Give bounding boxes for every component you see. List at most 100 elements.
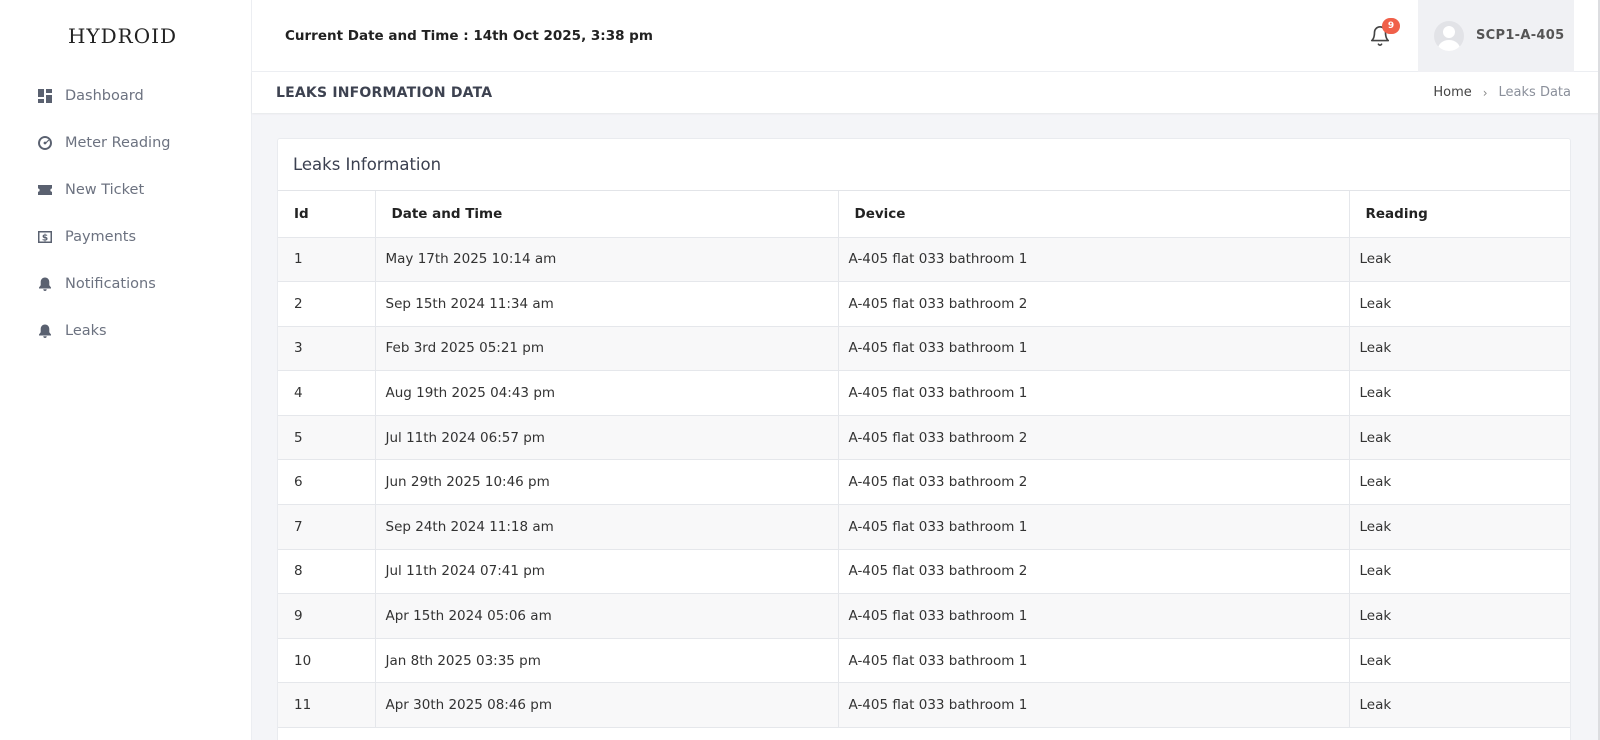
cell-id: 7 [278, 504, 376, 550]
sidebar: HYDROID Dashboard Meter Reading New Tick… [0, 0, 252, 740]
cell-date-time: Apr 15th 2024 05:06 am [375, 593, 839, 639]
table-body: 1 May 17th 2025 10:14 am A-405 flat 033 ba… [278, 237, 1570, 729]
cell-device: A-405 flat 033 bathroom 1 [838, 370, 1350, 416]
sidebar-item-dashboard[interactable]: Dashboard [0, 72, 251, 119]
table-row[interactable]: 4 Aug 19th 2025 04:43 pm A-405 flat 033 ba… [278, 370, 1570, 416]
cell-id: 4 [278, 370, 376, 416]
cell-reading: Leak [1349, 281, 1570, 327]
table-row[interactable]: 7 Sep 24th 2024 11:18 am A-405 flat 033 ba… [278, 504, 1570, 550]
column-header-id[interactable]: Id [278, 191, 376, 238]
card-header: Leaks Information [278, 139, 1570, 191]
cell-device: A-405 flat 033 bathroom 1 [838, 593, 1350, 639]
cell-id: 6 [278, 459, 376, 506]
breadcrumb: Home › Leaks Data [1433, 85, 1571, 100]
table-row[interactable]: 10 Jan 8th 2025 03:35 pm A-405 flat 033 ba… [278, 638, 1570, 684]
cell-id: 2 [278, 281, 376, 327]
sidebar-item-label: Dashboard [65, 87, 144, 104]
svg-text:$: $ [42, 233, 48, 243]
cell-device: A-405 flat 033 bathroom 1 [838, 237, 1350, 283]
gauge-icon [37, 135, 53, 151]
ticket-icon [37, 182, 53, 198]
cell-date-time: May 17th 2025 10:14 am [375, 237, 839, 283]
cell-reading: Leak [1349, 504, 1570, 550]
dollar-icon: $ [37, 229, 53, 245]
cell-id: 11 [278, 682, 376, 729]
bell-icon [37, 323, 53, 339]
cell-date-time: Feb 3rd 2025 05:21 pm [375, 326, 839, 372]
cell-device: A-405 flat 033 bathroom 1 [838, 504, 1350, 550]
cell-id: 1 [278, 237, 376, 283]
sidebar-item-label: Notifications [65, 275, 156, 292]
cell-device: A-405 flat 033 bathroom 2 [838, 415, 1350, 461]
sidebar-item-label: Meter Reading [65, 134, 171, 151]
cell-reading: Leak [1349, 682, 1570, 729]
chevron-right-icon: › [1482, 85, 1488, 100]
cell-reading: Leak [1349, 459, 1570, 506]
notifications-button[interactable]: 9 [1360, 16, 1400, 56]
brand-logo[interactable]: HYDROID [0, 0, 251, 72]
cell-device: A-405 flat 033 bathroom 1 [838, 326, 1350, 372]
table-row[interactable]: 3 Feb 3rd 2025 05:21 pm A-405 flat 033 bat… [278, 326, 1570, 372]
cell-reading: Leak [1349, 237, 1570, 283]
sidebar-item-label: Leaks [65, 322, 107, 339]
cell-device: A-405 flat 033 bathroom 1 [838, 638, 1350, 684]
breadcrumb-current: Leaks Data [1498, 85, 1571, 100]
sidebar-item-label: Payments [65, 228, 137, 245]
topbar: Current Date and Time : 14th Oct 2025, 3… [252, 0, 1600, 72]
table-row[interactable]: 6 Jun 29th 2025 10:46 pm A-405 flat 033 ba… [278, 459, 1570, 506]
breadcrumb-home-link[interactable]: Home [1433, 85, 1471, 100]
card-title: Leaks Information [293, 155, 442, 174]
avatar [1434, 20, 1464, 51]
cell-date-time: Jul 11th 2024 07:41 pm [375, 549, 839, 595]
cell-device: A-405 flat 033 bathroom 1 [838, 682, 1350, 729]
cell-reading: Leak [1349, 549, 1570, 595]
username: SCP1-A-405 [1476, 28, 1565, 43]
cell-id: 10 [278, 638, 376, 684]
cell-date-time: Jan 8th 2025 03:35 pm [375, 638, 839, 684]
bell-icon [37, 276, 53, 292]
page-header: LEAKS INFORMATION DATA Home › Leaks Data [252, 72, 1600, 113]
table-row[interactable]: 9 Apr 15th 2024 05:06 am A-405 flat 033 ba… [278, 593, 1570, 639]
cell-reading: Leak [1349, 593, 1570, 639]
topbar-right: 9 SCP1-A-405 [1360, 0, 1600, 72]
leaks-table: Id Date and Time Device Reading 1 May 17t… [278, 191, 1570, 729]
table-row[interactable]: 8 Jul 11th 2024 07:41 pm A-405 flat 033 ba… [278, 549, 1570, 595]
cell-id: 8 [278, 549, 376, 595]
sidebar-item-notifications[interactable]: Notifications [0, 260, 251, 307]
table-row[interactable]: 1 May 17th 2025 10:14 am A-405 flat 033 ba… [278, 237, 1570, 283]
cell-id: 3 [278, 326, 376, 372]
current-datetime: Current Date and Time : 14th Oct 2025, 3… [285, 27, 653, 44]
user-menu[interactable]: SCP1-A-405 [1418, 0, 1574, 72]
sidebar-nav: Dashboard Meter Reading New Ticket $ Pay… [0, 72, 251, 354]
cell-date-time: Aug 19th 2025 04:43 pm [375, 370, 839, 416]
column-header-device[interactable]: Device [838, 191, 1350, 238]
cell-date-time: Apr 30th 2025 08:46 pm [375, 682, 839, 729]
cell-reading: Leak [1349, 638, 1570, 684]
cell-reading: Leak [1349, 326, 1570, 372]
cell-device: A-405 flat 033 bathroom 2 [838, 549, 1350, 595]
cell-date-time: Jun 29th 2025 10:46 pm [375, 459, 839, 506]
sidebar-item-leaks[interactable]: Leaks [0, 307, 251, 354]
sidebar-item-payments[interactable]: $ Payments [0, 213, 251, 260]
notification-count-badge: 9 [1382, 17, 1400, 34]
table-row[interactable]: 11 Apr 30th 2025 08:46 pm A-405 flat 033 b… [278, 682, 1570, 729]
cell-date-time: Sep 24th 2024 11:18 am [375, 504, 839, 550]
table-row[interactable]: 2 Sep 15th 2024 11:34 am A-405 flat 033 ba… [278, 281, 1570, 327]
cell-date-time: Sep 15th 2024 11:34 am [375, 281, 839, 327]
sidebar-item-new-ticket[interactable]: New Ticket [0, 166, 251, 213]
cell-reading: Leak [1349, 370, 1570, 416]
table-row[interactable]: 5 Jul 11th 2024 06:57 pm A-405 flat 033 ba… [278, 415, 1570, 461]
cell-date-time: Jul 11th 2024 06:57 pm [375, 415, 839, 461]
leaks-card: Leaks Information Id Date and Time Devic… [277, 138, 1571, 740]
cell-id: 9 [278, 593, 376, 639]
cell-reading: Leak [1349, 415, 1570, 461]
column-header-reading[interactable]: Reading [1349, 191, 1570, 238]
sidebar-item-label: New Ticket [65, 181, 145, 198]
sidebar-item-meter-reading[interactable]: Meter Reading [0, 119, 251, 166]
cell-device: A-405 flat 033 bathroom 2 [838, 459, 1350, 506]
page-title: LEAKS INFORMATION DATA [276, 84, 493, 101]
cell-id: 5 [278, 415, 376, 461]
cell-device: A-405 flat 033 bathroom 2 [838, 281, 1350, 327]
table-header-row: Id Date and Time Device Reading [278, 191, 1570, 238]
column-header-date-time[interactable]: Date and Time [375, 191, 839, 238]
